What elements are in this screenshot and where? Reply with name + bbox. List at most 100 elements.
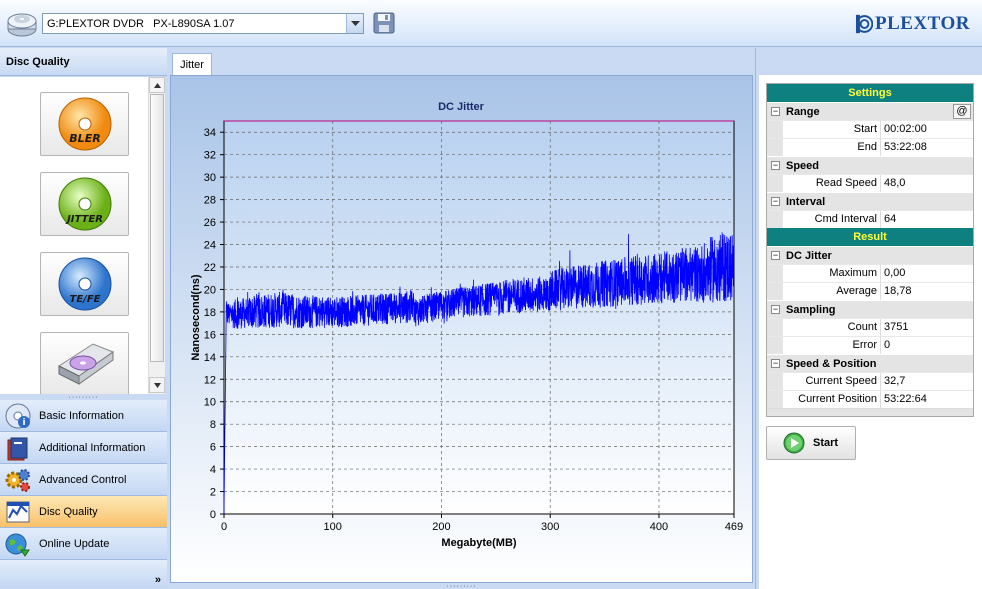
grip-dots-icon: ········· (446, 582, 477, 589)
x-tick-label: 469 (725, 521, 743, 533)
y-tick-label: 34 (204, 127, 216, 139)
save-icon[interactable] (373, 12, 395, 34)
drive-tool-button[interactable] (40, 332, 129, 394)
group-label: Speed (786, 160, 820, 172)
optical-drive-icon (7, 13, 37, 37)
x-tick-label: 200 (432, 521, 450, 533)
nav-label: Basic Information (39, 409, 124, 422)
property-key: Start (783, 121, 881, 138)
tefe-tool-button[interactable]: TE/FE (40, 252, 129, 316)
scroll-down-icon[interactable] (149, 377, 165, 393)
nav-item-online-update[interactable]: Online Update (0, 528, 167, 560)
chart-frame: DC Jitter 0 2 4 6 8 10 12 14 16 18 20 22 24 26 28 30 32 3… (170, 75, 753, 583)
group-label: Sampling (786, 304, 836, 316)
end-value[interactable]: 53:22:08 (881, 139, 973, 156)
y-axis-label: Nanosecond(ns) (190, 274, 202, 361)
collapse-icon[interactable]: − (771, 197, 780, 206)
plextor-logo-icon (856, 14, 873, 34)
group-dc-jitter[interactable]: − DC Jitter (767, 246, 973, 264)
error-value: 0 (884, 339, 891, 351)
group-label: Interval (786, 196, 826, 208)
property-row: Error 0 (767, 336, 973, 354)
property-key: Current Speed (783, 373, 881, 390)
property-row: Current Position 53:22:64 (767, 390, 973, 408)
average-value: 18,78 (884, 285, 912, 297)
y-tick-label: 22 (204, 262, 216, 274)
y-tick-label: 0 (210, 509, 216, 521)
tab-strip: Jitter (168, 48, 755, 75)
scroll-up-icon[interactable] (149, 77, 165, 93)
y-tick-label: 10 (204, 397, 216, 409)
plextor-logo-text: PLEXTOR (874, 13, 970, 34)
svg-text:i: i (22, 418, 25, 428)
tab-jitter[interactable]: Jitter (172, 53, 212, 75)
property-key: Cmd Interval (783, 211, 881, 228)
nav-label: Additional Information (39, 441, 146, 454)
current-position-value: 53:22:64 (884, 393, 927, 405)
group-label: Speed & Position (786, 358, 877, 370)
disc-drive-tray-icon (57, 343, 114, 385)
group-speed[interactable]: − Speed (767, 156, 973, 174)
collapse-icon[interactable]: − (771, 161, 780, 170)
x-tick-label: 100 (324, 521, 342, 533)
group-label: Range (786, 106, 820, 118)
y-tick-label: 24 (204, 240, 216, 252)
chart-title: DC Jitter (438, 101, 485, 113)
tool-label-1: JITTER (65, 214, 103, 225)
x-tick-label: 300 (541, 521, 559, 533)
collapse-icon[interactable]: − (771, 359, 780, 368)
gears-icon (0, 464, 36, 496)
nav-list: i Basic Information Additional Informati… (0, 400, 167, 588)
property-key: Error (783, 337, 881, 354)
collapse-icon[interactable]: − (771, 107, 780, 116)
bler-tool-button[interactable]: BLER (40, 92, 129, 156)
start-button[interactable]: Start (766, 426, 856, 460)
property-key: Maximum (783, 265, 881, 282)
jitter-tool-button[interactable]: JITTER (40, 172, 129, 236)
property-row: Start 00:02:00 (767, 120, 973, 138)
disc-quality-icon (0, 496, 36, 528)
collapse-icon[interactable]: − (771, 305, 780, 314)
start-value[interactable]: 00:02:00 (881, 121, 973, 138)
cmd-interval-value[interactable]: 64 (881, 211, 973, 228)
nav-item-basic-information[interactable]: i Basic Information (0, 400, 167, 432)
scroll-thumb[interactable] (150, 94, 164, 362)
chevron-down-icon[interactable] (346, 14, 363, 33)
drive-select[interactable]: G:PLEXTOR DVDR PX-L890SA 1.07 (42, 13, 364, 34)
drive-select-value: G:PLEXTOR DVDR PX-L890SA 1.07 (47, 17, 235, 30)
property-key: Read Speed (783, 175, 881, 192)
y-tick-label: 6 (210, 442, 216, 454)
group-interval[interactable]: − Interval (767, 192, 973, 210)
current-speed-value: 32,7 (884, 375, 906, 387)
y-tick-label: 18 (204, 307, 216, 319)
tool-label-2: TE/FE (69, 294, 100, 305)
property-key: Average (783, 283, 881, 300)
result-title: Result (767, 228, 973, 246)
count-value: 3751 (884, 321, 909, 333)
x-tick-label: 400 (650, 521, 668, 533)
group-sampling[interactable]: − Sampling (767, 300, 973, 318)
left-panel-title: Disc Quality (0, 48, 167, 76)
nav-item-disc-quality[interactable]: Disc Quality (0, 496, 167, 528)
property-row: Read Speed 48,0 (767, 174, 973, 192)
nav-item-advanced-control[interactable]: Advanced Control (0, 464, 167, 496)
property-row: End 53:22:08 (767, 138, 973, 156)
at-button[interactable]: @ (953, 104, 971, 119)
read-speed-value[interactable]: 48,0 (881, 175, 973, 192)
nav-label: Disc Quality (39, 505, 98, 518)
collapse-icon[interactable]: − (771, 251, 780, 260)
group-speed-position[interactable]: − Speed & Position (767, 354, 973, 372)
nav-more-button[interactable]: » (0, 560, 167, 588)
tefe-disc-icon: TE/FE (58, 257, 111, 311)
tool-list-scrollbar[interactable] (148, 77, 165, 394)
property-row: Count 3751 (767, 318, 973, 336)
group-range[interactable]: − Range @ (767, 102, 973, 120)
plot-area (223, 120, 735, 515)
y-tick-label: 8 (210, 419, 216, 431)
play-icon (783, 432, 805, 454)
y-tick-label: 16 (204, 329, 216, 341)
nav-item-additional-information[interactable]: Additional Information (0, 432, 167, 464)
group-label: DC Jitter (786, 250, 832, 262)
bottom-splitter[interactable]: ········· (168, 583, 755, 589)
y-tick-label: 14 (204, 352, 216, 364)
